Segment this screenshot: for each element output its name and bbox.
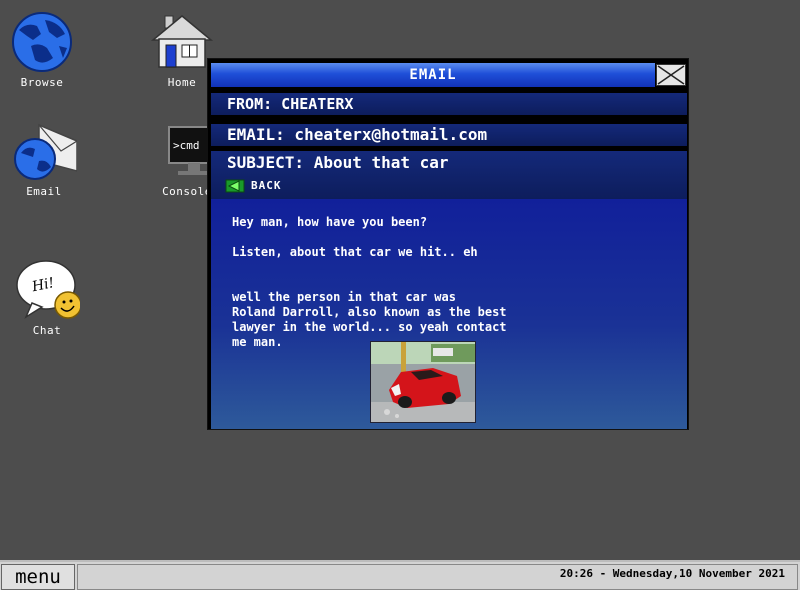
desktop-icon-label: Browse [20, 76, 64, 89]
window-title[interactable]: EMAIL [211, 63, 655, 87]
console-glyph-text: >cmd [173, 139, 200, 152]
close-button[interactable] [656, 64, 686, 86]
message-body: Hey man, how have you been? Listen, abou… [211, 199, 687, 429]
sender-email-field: EMAIL: cheaterx@hotmail.com [211, 124, 687, 146]
wrecked-car-photo [370, 341, 476, 423]
email-globe-icon [14, 123, 77, 180]
close-icon [657, 65, 685, 85]
message-line: Hey man, how have you been? [232, 215, 428, 229]
email-window: EMAIL FROM: CHEATERX EMAIL: cheaterx@hot… [207, 58, 689, 430]
message-line: Listen, about that car we hit.. eh [232, 245, 478, 259]
back-label: BACK [251, 179, 282, 192]
desktop-icon-label: Chat [32, 324, 62, 337]
subject-field: SUBJECT: About that car [227, 153, 449, 172]
menu-button[interactable]: menu [1, 564, 75, 590]
house-icon [150, 15, 214, 68]
globe-icon [12, 12, 72, 72]
desktop-icon-label: Email [26, 185, 62, 198]
subject-area: SUBJECT: About that car BACK [211, 151, 687, 199]
taskbar: menu 20:26 - Wednesday,10 November 2021 [0, 560, 800, 590]
desktop-icon-email[interactable]: Email [4, 121, 84, 198]
chat-bubble-icon: Hi! [16, 260, 80, 319]
taskbar-tray: 20:26 - Wednesday,10 November 2021 [77, 564, 798, 590]
back-arrow-icon [225, 179, 245, 193]
from-field: FROM: CHEATERX [211, 93, 687, 115]
back-button[interactable]: BACK [225, 178, 282, 194]
clock: 20:26 - Wednesday,10 November 2021 [559, 567, 785, 580]
desktop-icon-chat[interactable]: Hi! Chat [7, 258, 87, 337]
desktop-icon-browse[interactable]: Browse [2, 12, 82, 89]
